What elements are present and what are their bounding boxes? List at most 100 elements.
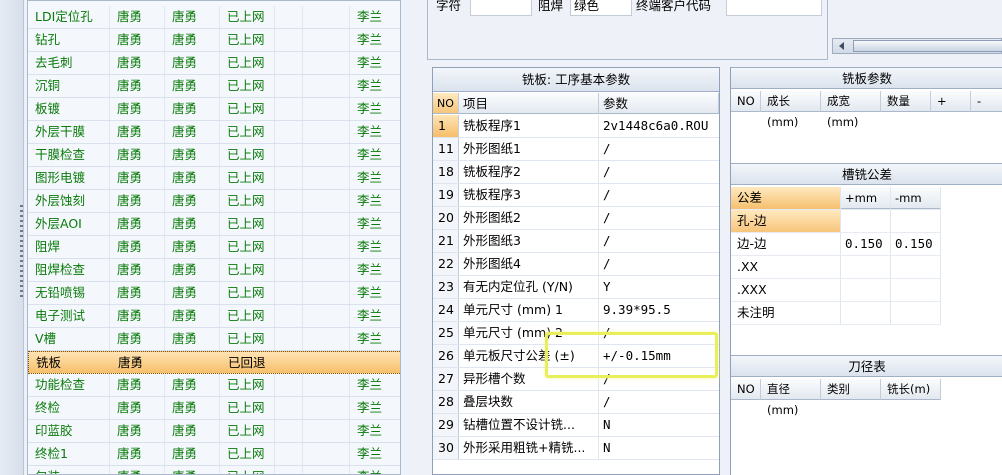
process-row[interactable]: 外层蚀刻 唐勇 唐勇 已上网 李兰: [28, 190, 400, 213]
process-cell: 已上网: [220, 213, 275, 235]
tol-header-minus[interactable]: -mm: [891, 187, 941, 209]
process-cell: [303, 213, 350, 235]
tolerance-row[interactable]: .XX: [731, 256, 941, 279]
tolerance-cell-m[interactable]: [891, 302, 941, 324]
tolerance-cell-k: .XX: [731, 256, 841, 278]
process-cell: 李兰: [357, 101, 383, 116]
process-row[interactable]: 阻焊检查 唐勇 唐勇 已上网 李兰: [28, 259, 400, 282]
tool-table-col-header[interactable]: 类别: [821, 379, 881, 400]
tolerance-row[interactable]: 边-边 0.150 0.150: [731, 233, 941, 256]
mill-board-col-header[interactable]: 成宽(mm): [821, 91, 881, 129]
process-row[interactable]: 终检 唐勇 唐勇 已上网 李兰: [28, 397, 400, 420]
process-row[interactable]: V槽 唐勇 唐勇 已上网 李兰: [28, 328, 400, 351]
mill-param-val[interactable]: /: [599, 207, 719, 229]
process-cell: [303, 121, 350, 143]
process-cell: [304, 352, 351, 374]
tol-header-plus[interactable]: +mm: [841, 187, 891, 209]
mill-param-item: 有无内定位孔 (Y/N): [459, 276, 599, 298]
scroll-left-icon[interactable]: [839, 42, 844, 50]
process-row[interactable]: 铣板 唐勇 已回退: [28, 351, 400, 374]
tol-header-tolerance[interactable]: 公差: [731, 187, 841, 209]
mill-param-row[interactable]: 28 叠层块数 /: [433, 391, 719, 414]
tool-table-col-header[interactable]: NO: [731, 379, 761, 400]
solder-mask-field[interactable]: 绿色: [570, 0, 632, 16]
splitter-grip[interactable]: [20, 205, 23, 300]
process-row[interactable]: 图形电镀 唐勇 唐勇 已上网 李兰: [28, 167, 400, 190]
tolerance-cell-m[interactable]: [891, 256, 941, 278]
tolerance-cell-p[interactable]: [841, 302, 891, 324]
tolerance-row[interactable]: .XXX: [731, 279, 941, 302]
process-row[interactable]: 外层干膜 唐勇 唐勇 已上网 李兰: [28, 121, 400, 144]
tolerance-cell-m[interactable]: 0.150: [891, 233, 941, 255]
process-cell: [303, 167, 350, 189]
mill-param-val[interactable]: 9.39*95.5: [599, 299, 719, 321]
col-header-item[interactable]: 项目: [459, 93, 599, 114]
mill-board-col-header[interactable]: -: [971, 91, 1002, 112]
process-cell: 已上网: [220, 282, 275, 304]
process-row[interactable]: 功能检查 唐勇 唐勇 已上网 李兰: [28, 374, 400, 397]
process-cell: 唐勇: [110, 6, 165, 28]
mill-param-val[interactable]: /: [599, 253, 719, 275]
mill-param-row[interactable]: 30 外形采用粗铣+精铣... N: [433, 437, 719, 460]
process-row[interactable]: 沉铜 唐勇 唐勇 已上网 李兰: [28, 75, 400, 98]
mill-param-row[interactable]: 23 有无内定位孔 (Y/N) Y: [433, 276, 719, 299]
mill-param-row[interactable]: 24 单元尺寸 (mm) 1 9.39*95.5: [433, 299, 719, 322]
process-row[interactable]: 外层AOI 唐勇 唐勇 已上网 李兰: [28, 213, 400, 236]
mill-param-no: 18: [433, 161, 459, 183]
mill-param-item: 钻槽位置不设计铣...: [459, 414, 599, 436]
mill-board-col-header[interactable]: 成长(mm): [761, 91, 821, 129]
mill-board-col-header[interactable]: +: [931, 91, 971, 112]
scroll-thumb[interactable]: [853, 40, 1002, 52]
col-header-no[interactable]: NO: [433, 93, 459, 114]
mill-param-val[interactable]: 2v1448c6a0.ROU: [599, 115, 719, 137]
mill-param-row[interactable]: 11 外形图纸1/: [433, 138, 719, 161]
process-row[interactable]: 钻孔 唐勇 唐勇 已上网 李兰: [28, 29, 400, 52]
process-row[interactable]: 干膜检查 唐勇 唐勇 已上网 李兰: [28, 144, 400, 167]
process-row[interactable]: LDI定位孔 唐勇 唐勇 已上网 李兰: [28, 6, 400, 29]
process-row[interactable]: 印蓝胶 唐勇 唐勇 已上网 李兰: [28, 420, 400, 443]
mill-param-row[interactable]: 19 铣板程序3/: [433, 184, 719, 207]
mill-param-val[interactable]: /: [599, 184, 719, 206]
mill-param-row[interactable]: 29 钻槽位置不设计铣... N: [433, 414, 719, 437]
mill-param-val[interactable]: /: [599, 391, 719, 413]
char-field[interactable]: [470, 0, 532, 16]
process-row[interactable]: 电子测试 唐勇 唐勇 已上网 李兰: [28, 305, 400, 328]
mill-param-no: 20: [433, 207, 459, 229]
tolerance-cell-m[interactable]: [891, 279, 941, 301]
tolerance-cell-p[interactable]: [841, 279, 891, 301]
process-row[interactable]: 终检1 唐勇 唐勇 已上网 李兰: [28, 443, 400, 466]
horizontal-scrollbar[interactable]: [832, 38, 1002, 54]
tolerance-cell-p[interactable]: 0.150: [841, 233, 891, 255]
process-row[interactable]: 包装唐勇唐勇已上网李兰: [28, 466, 400, 474]
tolerance-cell-m[interactable]: [891, 210, 941, 232]
mill-board-col-header[interactable]: 数量: [881, 91, 931, 112]
process-row[interactable]: 无铅喷锡 唐勇 唐勇 已上网 李兰: [28, 282, 400, 305]
mill-param-val[interactable]: /: [599, 138, 719, 160]
process-cell: 李兰: [357, 262, 383, 277]
process-cell: [351, 352, 400, 374]
col-header-param[interactable]: 参数: [599, 93, 719, 114]
tool-table-col-header[interactable]: 铣长(m): [881, 379, 941, 400]
process-cell: 已上网: [220, 6, 275, 28]
tolerance-cell-p[interactable]: [841, 256, 891, 278]
mill-param-val[interactable]: N: [599, 437, 719, 459]
process-row[interactable]: 阻焊 唐勇 唐勇 已上网 李兰: [28, 236, 400, 259]
process-row[interactable]: 去毛刺 唐勇 唐勇 已上网 李兰: [28, 52, 400, 75]
mill-param-val[interactable]: N: [599, 414, 719, 436]
process-row[interactable]: 板镀 唐勇 唐勇 已上网 李兰: [28, 98, 400, 121]
mill-param-row[interactable]: 22 外形图纸4/: [433, 253, 719, 276]
tool-table-col-header[interactable]: 直径(mm): [761, 379, 821, 417]
mill-param-row[interactable]: 1 铣板程序1 2v1448c6a0.ROU: [433, 115, 719, 138]
process-cell: LDI定位孔: [28, 6, 110, 28]
tolerance-cell-p[interactable]: [841, 210, 891, 232]
mill-board-col-header[interactable]: NO: [731, 91, 761, 112]
end-customer-code-field[interactable]: [726, 0, 822, 16]
mill-param-row[interactable]: 18 铣板程序2/: [433, 161, 719, 184]
tolerance-row[interactable]: 孔-边: [731, 210, 941, 233]
mill-param-row[interactable]: 20 外形图纸2/: [433, 207, 719, 230]
tolerance-row[interactable]: 未注明: [731, 302, 941, 325]
mill-param-val[interactable]: /: [599, 161, 719, 183]
mill-param-val[interactable]: /: [599, 230, 719, 252]
mill-param-row[interactable]: 21 外形图纸3/: [433, 230, 719, 253]
mill-param-val[interactable]: Y: [599, 276, 719, 298]
